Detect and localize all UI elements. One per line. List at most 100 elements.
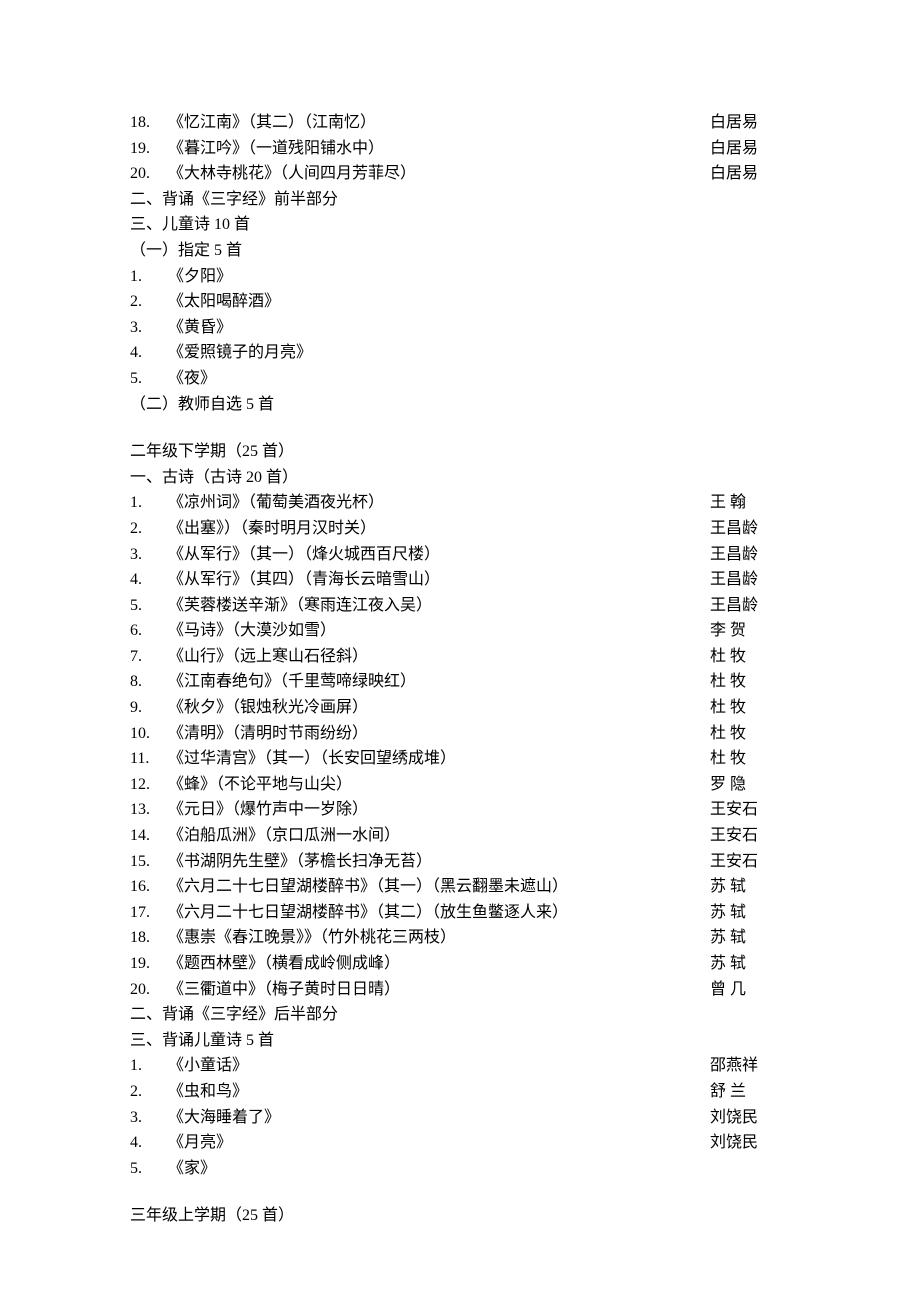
- list-item: 3. 《黄昏》: [130, 315, 790, 341]
- item-title: 《大林寺桃花》（人间四月芳菲尽）: [168, 161, 416, 187]
- item-number: 9.: [130, 695, 168, 721]
- item-number: 15.: [130, 849, 168, 875]
- item-author: 杜 牧: [710, 746, 790, 772]
- spacer: [384, 136, 710, 162]
- list-item: 14. 《泊船瓜洲》（京口瓜洲一水间）王安石: [130, 823, 790, 849]
- spacer: [368, 695, 710, 721]
- item-title: 《泊船瓜洲》（京口瓜洲一水间）: [168, 823, 400, 849]
- item-number: 4.: [130, 340, 168, 366]
- spacer: [568, 900, 710, 926]
- item-title: 《秋夕》（银烛秋光冷画屏）: [168, 695, 368, 721]
- item-title: 《月亮》: [168, 1130, 232, 1156]
- spacer: [216, 1156, 710, 1182]
- item-number: 8.: [130, 669, 168, 695]
- item-number: 1.: [130, 490, 168, 516]
- item-title: 《凉州词》（葡萄美酒夜光杯）: [168, 490, 384, 516]
- item-number: 12.: [130, 772, 168, 798]
- item-author: 杜 牧: [710, 695, 790, 721]
- list-item: 20. 《三衢道中》（梅子黄时日日晴） 曾 几: [130, 977, 790, 1003]
- item-title: 《过华清宫》（其一）（长安回望绣成堆）: [168, 746, 456, 772]
- item-number: 5.: [130, 593, 168, 619]
- section-heading: 二、背诵《三字经》前半部分: [130, 187, 790, 213]
- item-title: 《惠崇《春江晚景》》（竹外桃花三两枝）: [168, 925, 456, 951]
- spacer: [376, 110, 710, 136]
- spacer: [440, 542, 710, 568]
- item-number: 19.: [130, 136, 168, 162]
- item-author: 曾 几: [710, 977, 790, 1003]
- list-item: 5.《芙蓉楼送辛渐》（寒雨连江夜入吴）王昌龄: [130, 593, 790, 619]
- item-title: 《马诗》（大漠沙如雪）: [168, 618, 336, 644]
- item-number: 19.: [130, 951, 168, 977]
- item-author: 杜 牧: [710, 721, 790, 747]
- spacer: [368, 797, 710, 823]
- item-title: 《蜂》（不论平地与山尖）: [168, 772, 352, 798]
- list-item: 11. 《过华清宫》（其一）（长安回望绣成堆） 杜 牧: [130, 746, 790, 772]
- spacer: [336, 618, 710, 644]
- item-title: 《大海睡着了》: [168, 1105, 280, 1131]
- list-item: 3.《从军行》（其一）（烽火城西百尺楼）王昌龄: [130, 542, 790, 568]
- list-item: 13. 《元日》（爆竹声中一岁除） 王安石: [130, 797, 790, 823]
- item-title: 《太阳喝醉酒》: [168, 289, 280, 315]
- item-number: 3.: [130, 542, 168, 568]
- item-author: 王安石: [710, 849, 790, 875]
- item-author: 苏 轼: [710, 925, 790, 951]
- item-title: 《元日》（爆竹声中一岁除）: [168, 797, 368, 823]
- list-item: 6.《马诗》（大漠沙如雪）李 贺: [130, 618, 790, 644]
- list-item: 1. 《夕阳》: [130, 264, 790, 290]
- item-author: 杜 牧: [710, 669, 790, 695]
- item-number: 16.: [130, 874, 168, 900]
- item-title: 《从军行》（其四）（青海长云暗雪山）: [168, 567, 440, 593]
- list-item: 3.《大海睡着了》 刘饶民: [130, 1105, 790, 1131]
- item-number: 20.: [130, 977, 168, 1003]
- item-title: 《六月二十七日望湖楼醉书》（其一）（黑云翻墨未遮山）: [168, 874, 568, 900]
- list-item: 2.《虫和鸟》舒 兰: [130, 1079, 790, 1105]
- item-number: 2.: [130, 516, 168, 542]
- item-author: 王安石: [710, 797, 790, 823]
- list-item: 19. 《题西林壁》（横看成岭侧成峰） 苏 轼: [130, 951, 790, 977]
- list-item: 4.《月亮》刘饶民: [130, 1130, 790, 1156]
- item-author: 刘饶民: [710, 1105, 790, 1131]
- list-item: 4. 《爱照镜子的月亮》: [130, 340, 790, 366]
- item-title: 《夜》: [168, 366, 216, 392]
- section-heading: 三、儿童诗 10 首: [130, 212, 790, 238]
- item-title: 《书湖阴先生壁》（茅檐长扫净无苔）: [168, 849, 432, 875]
- section-title: 三年级上学期（25 首）: [130, 1203, 790, 1229]
- item-author: 苏 轼: [710, 874, 790, 900]
- item-number: 11.: [130, 746, 168, 772]
- item-title: 《家》: [168, 1156, 216, 1182]
- spacer: [368, 721, 710, 747]
- spacer: [440, 567, 710, 593]
- item-title: 《小童话》: [168, 1053, 248, 1079]
- item-number: 13.: [130, 797, 168, 823]
- item-title: 《清明》（清明时节雨纷纷）: [168, 721, 368, 747]
- item-number: 1.: [130, 1053, 168, 1079]
- section-heading: 三、背诵儿童诗 5 首: [130, 1028, 790, 1054]
- list-item: 18. 《惠崇《春江晚景》》（竹外桃花三两枝） 苏 轼: [130, 925, 790, 951]
- item-author: 王昌龄: [710, 593, 790, 619]
- list-item: 10. 《清明》（清明时节雨纷纷） 杜 牧: [130, 721, 790, 747]
- list-item: 19. 《暮江吟》（一道残阳铺水中） 白居易: [130, 136, 790, 162]
- item-number: 3.: [130, 1105, 168, 1131]
- list-item: 16. 《六月二十七日望湖楼醉书》（其一）（黑云翻墨未遮山） 苏 轼: [130, 874, 790, 900]
- list-item: 1.《小童话》邵燕祥: [130, 1053, 790, 1079]
- item-number: 2.: [130, 1079, 168, 1105]
- item-author: 苏 轼: [710, 951, 790, 977]
- item-author: 白居易: [710, 110, 790, 136]
- item-title: 《出塞》）（秦时明月汉时关）: [168, 516, 376, 542]
- item-number: 10.: [130, 721, 168, 747]
- spacer: [416, 669, 710, 695]
- list-item: 7.《山行》（远上寒山石径斜）杜 牧: [130, 644, 790, 670]
- spacer: [248, 1079, 710, 1105]
- item-number: 4.: [130, 567, 168, 593]
- section-heading: （二）教师自选 5 首: [130, 392, 790, 418]
- item-author: 王昌龄: [710, 542, 790, 568]
- spacer: [400, 977, 710, 1003]
- item-title: 《三衢道中》（梅子黄时日日晴）: [168, 977, 400, 1003]
- section-heading: 一、古诗（古诗 20 首）: [130, 465, 790, 491]
- spacer: [400, 823, 710, 849]
- spacer: [368, 644, 710, 670]
- item-author: 罗 隐: [710, 772, 790, 798]
- spacer: [456, 925, 710, 951]
- item-number: 6.: [130, 618, 168, 644]
- spacer: [232, 1130, 710, 1156]
